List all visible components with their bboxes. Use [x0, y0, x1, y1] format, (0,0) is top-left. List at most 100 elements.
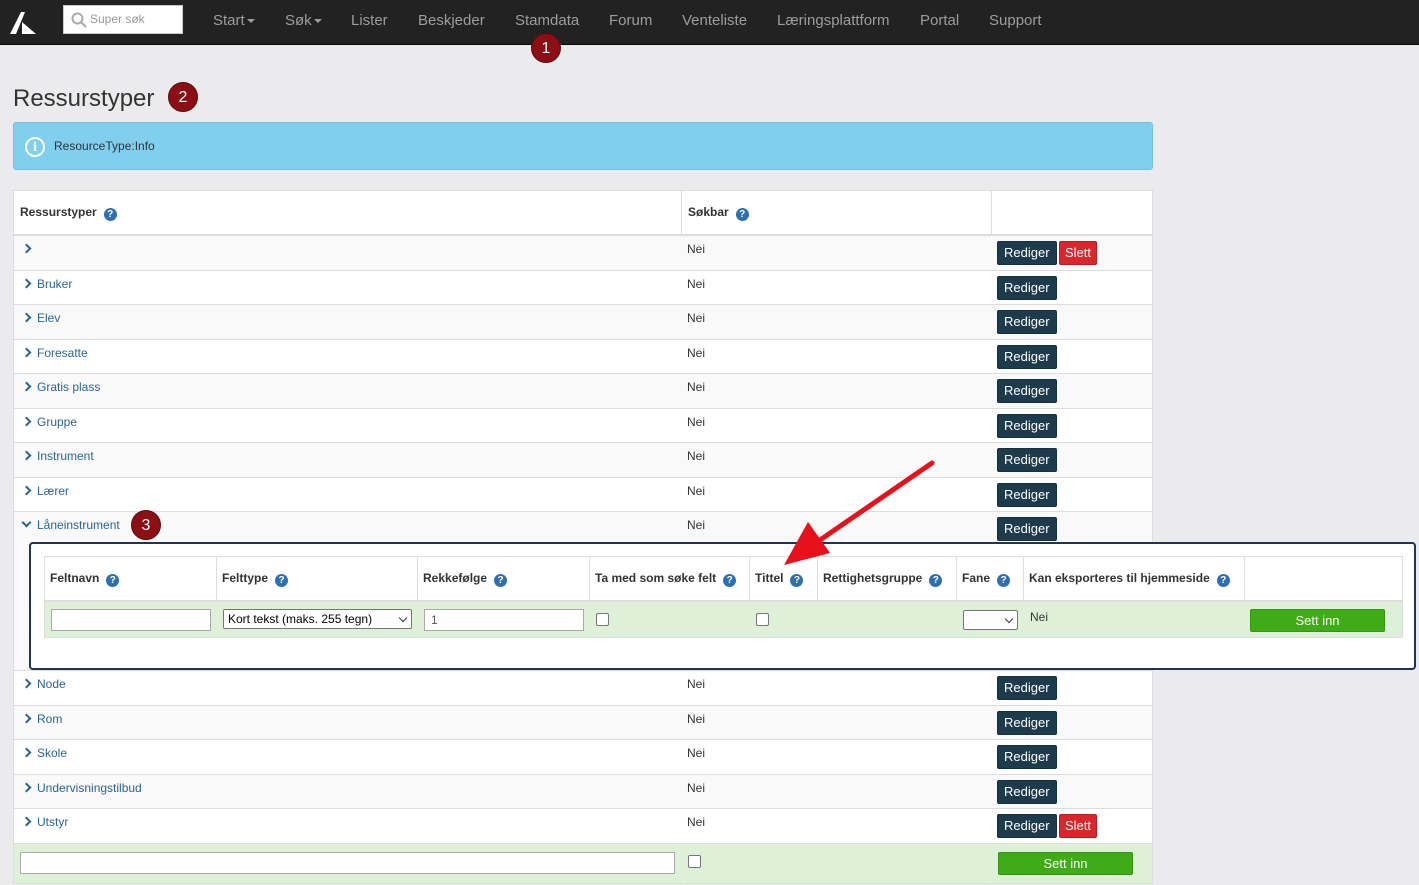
edit-button[interactable]: Rediger — [997, 745, 1057, 769]
chevron-down-icon — [1004, 614, 1014, 624]
nav-forum[interactable]: Forum — [609, 12, 652, 30]
felttype-select[interactable]: Kort tekst (maks. 255 tegn) — [223, 609, 412, 629]
resource-type-link[interactable]: Undervisningstilbud — [21, 781, 142, 795]
table-row: Lærer Nei Rediger — [14, 477, 1152, 511]
help-icon[interactable]: ? — [929, 574, 943, 587]
resource-type-link[interactable]: Bruker — [21, 277, 72, 291]
delete-button[interactable]: Slett — [1059, 814, 1098, 838]
feltnavn-input[interactable] — [51, 609, 211, 631]
chevron-right-icon[interactable] — [21, 678, 32, 689]
edit-button[interactable]: Rediger — [997, 345, 1057, 369]
table-header: Ressurstyper? Søkbar? — [14, 191, 1152, 236]
nav-beskjeder[interactable]: Beskjeder — [418, 12, 485, 30]
resource-type-link[interactable]: Elev — [21, 311, 60, 325]
table-row: Instrument Nei Rediger — [14, 442, 1152, 477]
chevron-right-icon[interactable] — [21, 243, 32, 254]
table-row: Skole Nei Rediger — [14, 739, 1152, 774]
resource-type-link[interactable]: Rom — [21, 712, 62, 726]
new-resource-type-input[interactable] — [20, 852, 675, 874]
chevron-right-icon[interactable] — [21, 312, 32, 323]
resource-type-name: Utstyr — [37, 815, 69, 829]
nav-start[interactable]: Start — [213, 12, 255, 30]
resource-type-link[interactable]: Utstyr — [21, 815, 68, 829]
tittel-checkbox[interactable] — [756, 613, 769, 626]
chevron-right-icon[interactable] — [21, 278, 32, 289]
resource-type-link[interactable]: Skole — [21, 746, 67, 760]
searchable-value: Nei — [687, 242, 706, 256]
chevron-right-icon[interactable] — [21, 416, 32, 427]
searchable-value: Nei — [687, 415, 706, 429]
chevron-right-icon[interactable] — [21, 816, 32, 827]
edit-button[interactable]: Rediger — [997, 711, 1057, 735]
resource-type-name: Undervisningstilbud — [37, 781, 142, 795]
nav-lister[interactable]: Lister — [351, 12, 388, 30]
edit-button[interactable]: Rediger — [997, 241, 1057, 265]
resource-type-name: Skole — [37, 746, 68, 760]
rekkefolge-input[interactable]: 1 — [424, 609, 584, 631]
field-definition-panel: Feltnavn? Felttype? Rekkefølge? Ta med s… — [29, 542, 1416, 670]
header-felttype-label: Felttype — [222, 571, 269, 585]
chevron-down-icon[interactable] — [21, 517, 32, 528]
resource-type-link[interactable]: Gruppe — [21, 415, 77, 429]
field-insert-button[interactable]: Sett inn — [1250, 609, 1385, 632]
ta-med-checkbox[interactable] — [596, 613, 609, 626]
help-icon[interactable]: ? — [790, 574, 804, 587]
help-icon[interactable]: ? — [723, 574, 737, 587]
edit-button[interactable]: Rediger — [997, 780, 1057, 804]
header-sokbar: Søkbar? — [688, 205, 749, 221]
edit-button[interactable]: Rediger — [997, 414, 1057, 438]
edit-button[interactable]: Rediger — [997, 448, 1057, 472]
table-row: Foresatte Nei Rediger — [14, 339, 1152, 373]
edit-button[interactable]: Rediger — [997, 310, 1057, 334]
resource-type-link[interactable]: Låneinstrument — [21, 517, 120, 532]
edit-button[interactable]: Rediger — [997, 276, 1057, 300]
chevron-down-icon — [313, 19, 322, 24]
resource-type-link[interactable]: Instrument — [21, 449, 94, 463]
nav-laeringsplattform[interactable]: Læringsplattform — [777, 12, 890, 30]
resource-type-name: Lærer — [37, 484, 70, 498]
chevron-right-icon[interactable] — [21, 347, 32, 358]
resource-type-link[interactable] — [21, 242, 37, 256]
help-icon[interactable]: ? — [275, 574, 289, 587]
chevron-right-icon[interactable] — [21, 450, 32, 461]
chevron-right-icon[interactable] — [21, 485, 32, 496]
header-ta-med-label: Ta med som søke felt — [595, 571, 717, 585]
help-icon[interactable]: ? — [106, 574, 120, 587]
searchable-value: Nei — [687, 518, 706, 532]
chevron-right-icon[interactable] — [21, 747, 32, 758]
nav-support[interactable]: Support — [989, 12, 1042, 30]
edit-button[interactable]: Rediger — [997, 814, 1057, 838]
export-value: Nei — [1030, 610, 1049, 624]
new-searchable-checkbox[interactable] — [688, 855, 701, 868]
chevron-right-icon[interactable] — [21, 381, 32, 392]
help-icon[interactable]: ? — [1216, 574, 1230, 587]
app-logo-icon[interactable] — [8, 8, 38, 36]
nav-sok[interactable]: Søk — [285, 12, 322, 30]
resource-type-link[interactable]: Foresatte — [21, 346, 88, 360]
help-icon[interactable]: ? — [997, 574, 1011, 587]
nav-stamdata[interactable]: Stamdata — [515, 12, 579, 30]
searchable-value: Nei — [687, 277, 706, 291]
resource-type-link[interactable]: Gratis plass — [21, 380, 100, 394]
nav-venteliste[interactable]: Venteliste — [682, 12, 747, 30]
edit-button[interactable]: Rediger — [997, 676, 1057, 700]
searchable-value: Nei — [687, 712, 706, 726]
help-icon[interactable]: ? — [494, 574, 508, 587]
header-fane: Fane? — [962, 571, 1011, 587]
edit-button[interactable]: Rediger — [997, 483, 1057, 507]
edit-button[interactable]: Rediger — [997, 517, 1057, 541]
super-search-input[interactable]: Super søk — [63, 5, 183, 34]
delete-button[interactable]: Slett — [1059, 241, 1098, 265]
fane-select[interactable] — [963, 610, 1018, 630]
chevron-right-icon[interactable] — [21, 713, 32, 724]
help-icon[interactable]: ? — [735, 208, 749, 221]
insert-button[interactable]: Sett inn — [998, 852, 1133, 875]
info-alert: i ResourceType:Info — [13, 122, 1153, 170]
help-icon[interactable]: ? — [103, 208, 117, 221]
chevron-right-icon[interactable] — [21, 782, 32, 793]
resource-type-link[interactable]: Lærer — [21, 484, 69, 498]
nav-portal[interactable]: Portal — [920, 12, 959, 30]
header-rettighetsgruppe: Rettighetsgruppe? — [823, 571, 943, 587]
resource-type-link[interactable]: Node — [21, 677, 66, 691]
edit-button[interactable]: Rediger — [997, 379, 1057, 403]
